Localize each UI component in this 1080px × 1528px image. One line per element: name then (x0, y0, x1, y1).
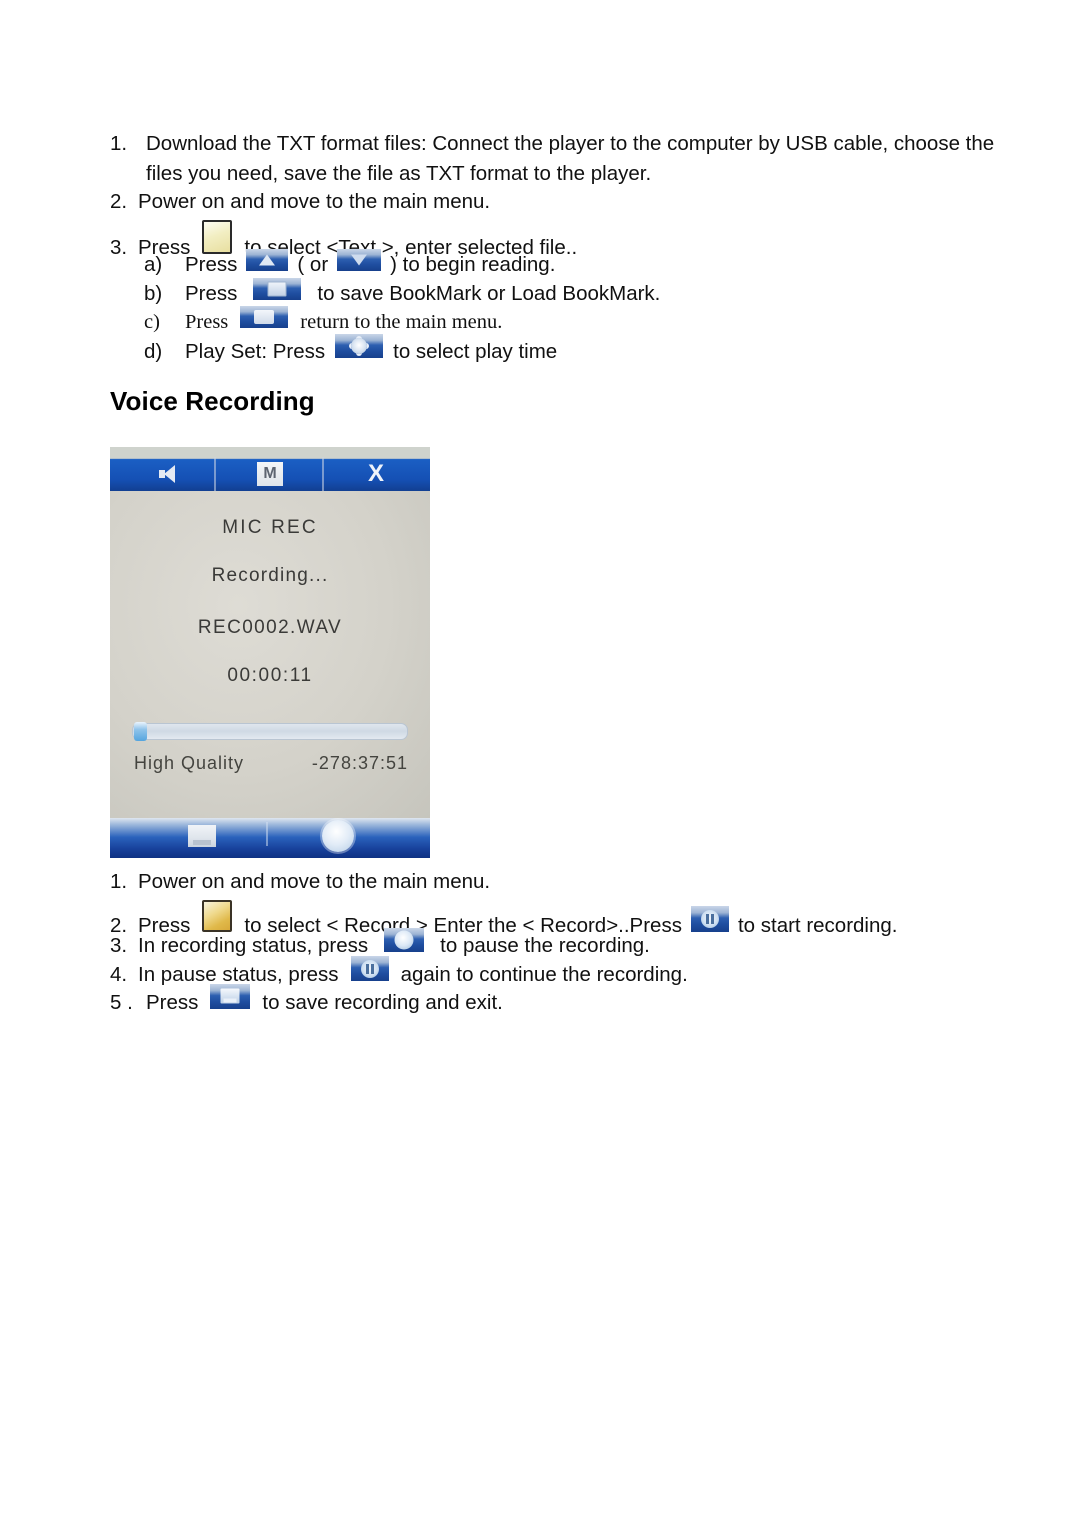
recording-step-3: 3. In recording status, press to pause t… (110, 928, 650, 957)
step-text-after: to pause the recording. (440, 934, 650, 957)
progress-thumb[interactable] (134, 722, 147, 741)
subitem-text-after: to save BookMark or Load BookMark. (317, 282, 661, 305)
instruction-item-1-cont: files you need, save the file as TXT for… (146, 162, 652, 185)
step-marker: 5 . (110, 991, 133, 1014)
item-marker: 1. (110, 132, 128, 155)
resume-pause-glyph (360, 959, 379, 978)
bookmark-button-icon (253, 278, 302, 300)
recording-step-1: 1. Power on and move to the main menu. (110, 870, 491, 893)
step-marker: 1. (110, 870, 128, 893)
subitem-text-before: Press (185, 253, 238, 276)
lcd-progress-bar[interactable] (132, 722, 408, 741)
subitem-marker: d) (144, 340, 163, 363)
instruction-subitem-d: d) Play Set: Press to select play time (144, 334, 557, 363)
step-marker: 4. (110, 963, 128, 986)
lcd-remaining-time: -278:37:51 (311, 753, 408, 773)
subitem-text-before: Press (185, 282, 238, 305)
speaker-button[interactable] (140, 459, 200, 489)
close-button[interactable]: X (346, 459, 406, 489)
instruction-subitem-b: b) Press to save BookMark or Load BookMa… (144, 278, 660, 305)
item-marker: 3. (110, 236, 128, 259)
save-exit-button-icon (210, 984, 251, 1009)
triangle-up-glyph (259, 254, 276, 266)
subitem-text-after: to select play time (393, 340, 558, 363)
item-text: Power on and move to the main menu. (138, 190, 491, 213)
pause-circle-glyph (394, 930, 414, 950)
step-text-before: In recording status, press (138, 934, 369, 957)
record-start-button-icon (690, 906, 729, 932)
instruction-subitem-c: c) Press return to the main menu. (144, 306, 502, 333)
item-marker: 2. (110, 190, 128, 213)
top-bar-divider-2 (322, 457, 324, 491)
return-button-icon (240, 306, 289, 328)
return-glyph (254, 310, 275, 324)
lcd-quality-label: High Quality (134, 753, 245, 773)
document-page: 1. Download the TXT format files: Connec… (0, 0, 1080, 1528)
lcd-status-text: Recording... (211, 565, 329, 586)
subitem-text-after: return to the main menu. (300, 311, 503, 333)
step-text-after: to save recording and exit. (262, 991, 503, 1014)
recording-step-5: 5 . Press to save recording and exit. (110, 984, 503, 1014)
up-arrow-button-icon (246, 249, 289, 271)
bookmark-glyph (267, 281, 287, 297)
resume-button-icon (350, 956, 389, 981)
save-icon[interactable] (188, 825, 216, 847)
lcd-title: MIC REC (222, 517, 318, 538)
subitem-marker: b) (144, 282, 163, 305)
speaker-icon (159, 465, 181, 483)
menu-button[interactable]: M (240, 459, 300, 489)
subitem-text-before: Press (185, 311, 229, 333)
instruction-item-2: 2. Power on and move to the main menu. (110, 190, 491, 213)
step-text-after: again to continue the recording. (400, 963, 688, 986)
down-arrow-button-icon (337, 249, 382, 271)
pause-circle-button-icon (384, 928, 425, 952)
lcd-filename: REC0002.WAV (197, 617, 343, 638)
top-bar-divider-1 (214, 457, 216, 491)
subitem-text-after: ) to begin reading. (390, 253, 556, 276)
item-text-line-1: Download the TXT format files: Connect t… (146, 132, 995, 155)
device-screenshot-photo: M X MIC REC Recording... REC0002.WAV 00:… (110, 447, 430, 858)
menu-m-badge-icon: M (257, 462, 283, 486)
section-heading-voice-recording: Voice Recording (110, 386, 315, 416)
subitem-text-before: Play Set: Press (185, 340, 326, 363)
step-text-before: Press (146, 991, 199, 1014)
close-icon: X (367, 460, 384, 487)
subitem-marker: a) (144, 253, 163, 276)
save-glyph (220, 988, 240, 1003)
step-text: Power on and move to the main menu. (138, 870, 491, 893)
recording-step-4: 4. In pause status, press again to conti… (110, 956, 688, 986)
triangle-down-glyph (351, 254, 368, 266)
device-top-bar: M X (110, 447, 430, 491)
play-set-gear-button-icon (335, 334, 384, 358)
bottom-bar-divider (266, 822, 268, 846)
device-lcd-screen: MIC REC Recording... REC0002.WAV 00:00:1… (110, 491, 430, 818)
step-text-before: In pause status, press (138, 963, 339, 986)
subitem-marker: c) (144, 311, 160, 333)
subitem-text-middle: ( or (297, 253, 329, 276)
step-marker: 3. (110, 934, 128, 957)
item-text-line-2: files you need, save the file as TXT for… (146, 162, 652, 185)
lcd-footer-row: High Quality -278:37:51 (134, 753, 408, 774)
gear-glyph (351, 338, 368, 354)
instruction-item-1: 1. Download the TXT format files: Connec… (110, 132, 995, 155)
step-text-after: to start recording. (737, 914, 898, 937)
record-circle-icon[interactable] (322, 820, 354, 852)
instruction-subitem-a: a) Press ( or ) to begin reading. (144, 249, 555, 276)
device-bottom-bar (110, 818, 430, 858)
lcd-elapsed-time: 00:00:11 (227, 665, 313, 686)
record-pause-glyph (700, 910, 719, 928)
